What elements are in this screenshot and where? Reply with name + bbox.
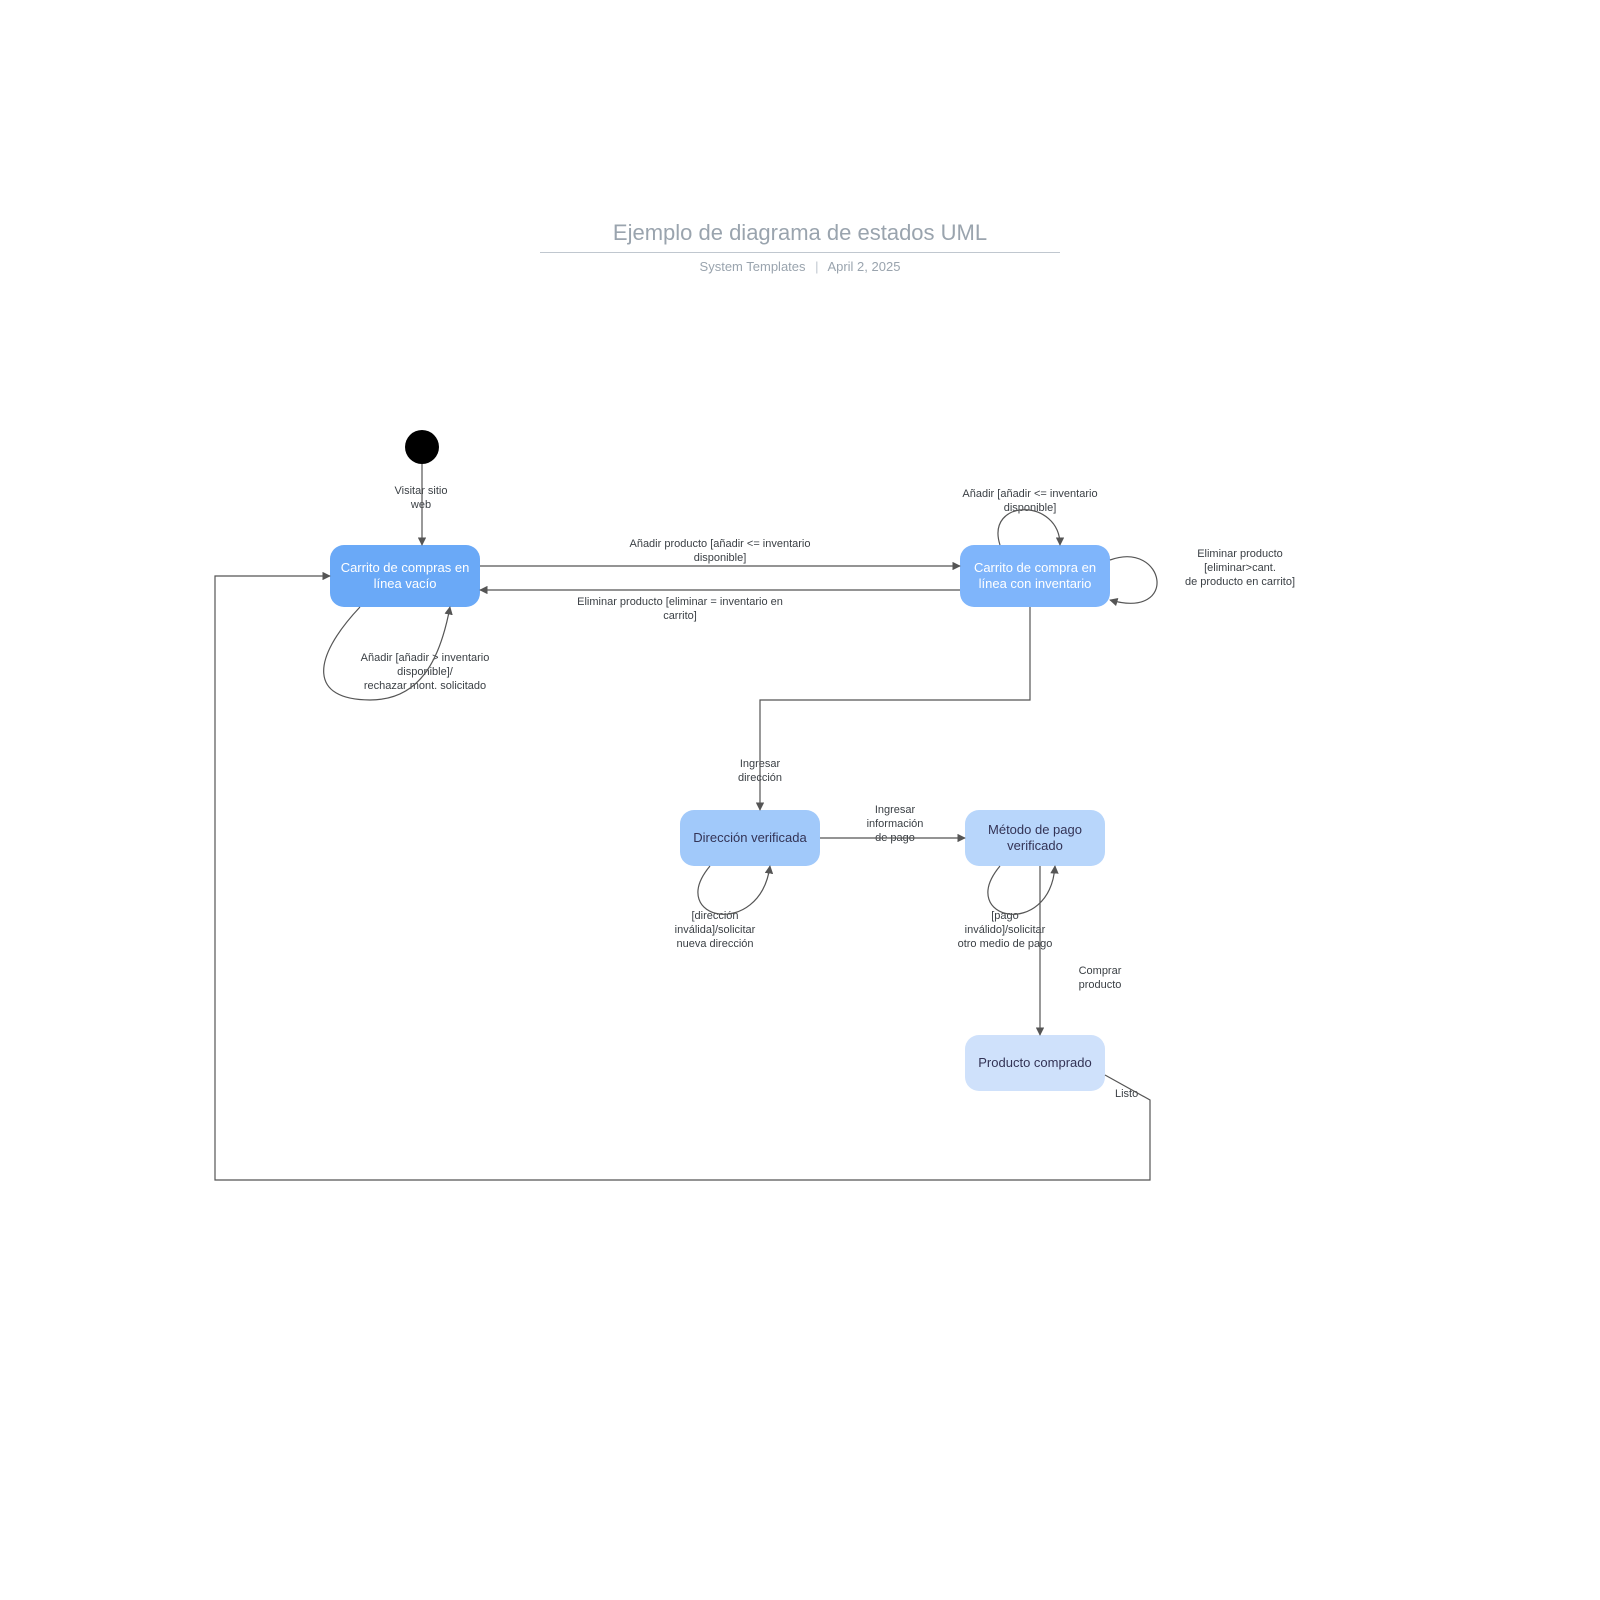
diagram-canvas: Ejemplo de diagrama de estados UML Syste… <box>0 0 1600 1600</box>
label-add-reject: Añadir [añadir > inventario disponible]/… <box>330 652 520 693</box>
state-product-purchased[interactable]: Producto comprado <box>965 1035 1105 1091</box>
state-address-verified[interactable]: Dirección verificada <box>680 810 820 866</box>
subtitle-left: System Templates <box>700 259 806 274</box>
header: Ejemplo de diagrama de estados UML Syste… <box>0 220 1600 274</box>
state-cart-with-inventory[interactable]: Carrito de compra en línea con inventari… <box>960 545 1110 607</box>
label-full-self-add: Añadir [añadir <= inventario disponible] <box>920 488 1140 516</box>
state-empty-cart[interactable]: Carrito de compras en línea vacío <box>330 545 480 607</box>
label-invalid-address: [dirección inválida]/solicitar nueva dir… <box>655 910 775 951</box>
diagram-title: Ejemplo de diagrama de estados UML <box>583 220 1017 252</box>
diagram-subtitle: System Templates | April 2, 2025 <box>0 259 1600 274</box>
subtitle-separator: | <box>815 259 818 274</box>
label-invalid-payment: [pago inválido]/solicitar otro medio de … <box>940 910 1070 951</box>
label-buy-product: Comprar producto <box>1060 965 1140 993</box>
label-full-self-remove: Eliminar producto [eliminar>cant. de pro… <box>1160 548 1320 589</box>
state-payment-verified[interactable]: Método de pago verificado <box>965 810 1105 866</box>
label-add-product-ok: Añadir producto [añadir <= inventario di… <box>590 538 850 566</box>
label-visit-site: Visitar sitio web <box>386 485 456 513</box>
label-enter-payment: Ingresar información de pago <box>845 804 945 845</box>
label-remove-to-empty: Eliminar producto [eliminar = inventario… <box>540 596 820 624</box>
label-enter-address: Ingresar dirección <box>720 758 800 786</box>
title-underline <box>540 252 1060 253</box>
subtitle-right: April 2, 2025 <box>827 259 900 274</box>
initial-state-icon <box>405 430 439 464</box>
label-done: Listo <box>1115 1088 1165 1102</box>
